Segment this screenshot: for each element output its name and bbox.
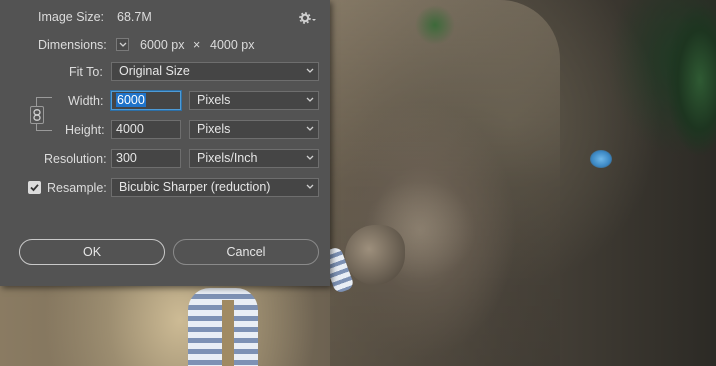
cancel-button-label: Cancel [226,245,266,259]
resolution-value: 300 [116,151,137,165]
resolution-label: Resolution: [44,152,107,166]
width-label: Width: [68,94,104,108]
ok-button[interactable]: OK [19,239,165,265]
leaves-right [640,0,716,200]
chain-link-icon[interactable] [30,106,44,124]
fit-to-select[interactable]: Original Size [111,62,319,81]
height-unit-value: Pixels [197,122,231,136]
height-unit-select[interactable]: Pixels [189,120,319,139]
dimensions-width: 6000 px [140,38,185,52]
image-size-value: 68.7M [117,10,152,24]
image-size-dialog: Image Size: 68.7M Dimensions: 6000 px × … [0,0,330,286]
dimensions-separator: × [193,38,201,52]
resolution-unit-value: Pixels/Inch [197,151,258,165]
ok-button-label: OK [82,245,102,259]
resample-checkbox[interactable] [28,181,41,194]
fit-to-label: Fit To: [69,65,103,79]
resample-label: Resample: [47,181,107,195]
height-label: Height: [65,123,105,137]
chevron-down-icon[interactable] [116,38,129,51]
height-value: 4000 [116,122,144,136]
resolution-unit-select[interactable]: Pixels/Inch [189,149,319,168]
width-value: 6000 [116,93,146,107]
resample-select[interactable]: Bicubic Sharper (reduction) [111,178,319,197]
gear-icon[interactable] [299,11,317,25]
child-strap [222,300,234,366]
height-input[interactable]: 4000 [111,120,181,139]
resolution-input[interactable]: 300 [111,149,181,168]
tree-nose [345,225,405,285]
dimensions-height: 4000 px [210,38,255,52]
width-unit-value: Pixels [197,93,231,107]
fit-to-value: Original Size [119,64,190,78]
width-input[interactable]: 6000 [111,91,181,110]
leaves-top [405,0,465,55]
resample-value: Bicubic Sharper (reduction) [119,180,271,194]
dimensions-label: Dimensions: [38,38,107,52]
image-size-label: Image Size: [38,10,105,24]
width-unit-select[interactable]: Pixels [189,91,319,110]
butterfly [590,150,612,168]
cancel-button[interactable]: Cancel [173,239,319,265]
